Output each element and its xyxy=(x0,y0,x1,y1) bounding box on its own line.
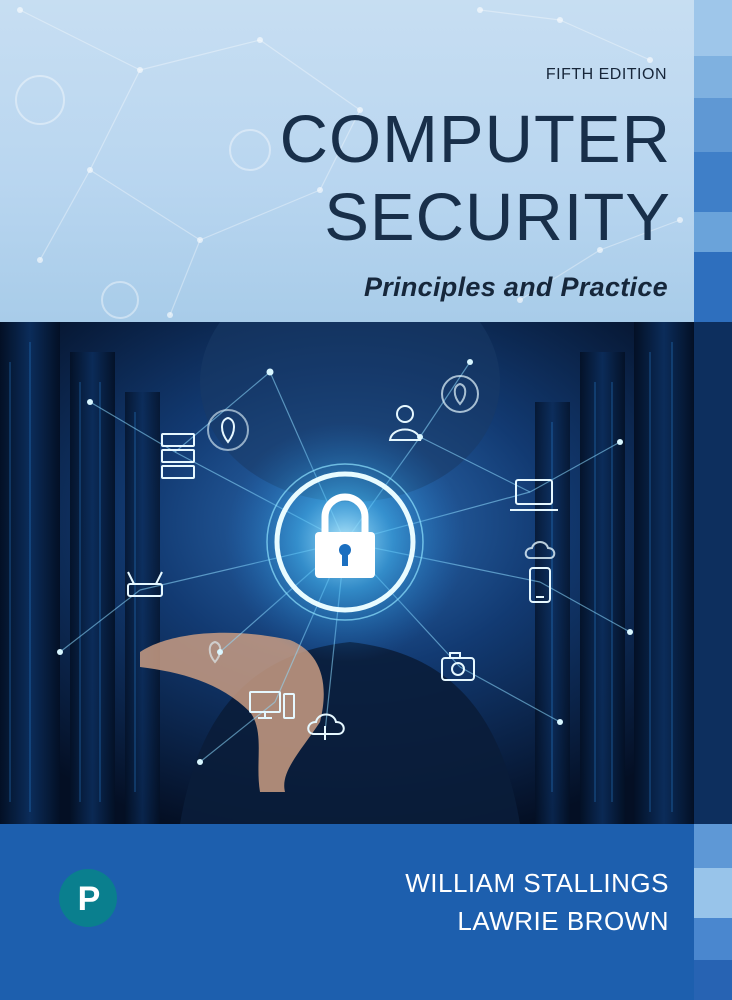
edge-strip xyxy=(694,918,732,960)
title-band: FIFTH EDITION COMPUTER SECURITY Principl… xyxy=(0,0,694,322)
edition-label: FIFTH EDITION xyxy=(545,66,667,83)
cover-photo xyxy=(0,322,694,824)
pearson-logo-icon: P xyxy=(59,869,117,927)
edge-strip xyxy=(694,152,732,212)
logo-letter: P xyxy=(78,880,101,918)
edge-strip xyxy=(694,98,732,152)
title-line-1: COMPUTER xyxy=(279,102,671,177)
edge-strip xyxy=(694,0,732,56)
title-line-2: SECURITY xyxy=(324,180,671,255)
edge-strip xyxy=(694,322,732,824)
security-network-illustration xyxy=(0,322,694,824)
subtitle: Principles and Practice xyxy=(363,272,668,302)
book-cover: FIFTH EDITION COMPUTER SECURITY Principl… xyxy=(0,0,732,1000)
padlock-icon xyxy=(225,422,465,662)
edge-strip xyxy=(694,960,732,1000)
edge-strip xyxy=(694,252,732,322)
edge-strip xyxy=(694,56,732,98)
edge-strip xyxy=(694,868,732,918)
author-name: LAWRIE BROWN xyxy=(457,906,669,936)
edge-strip xyxy=(694,212,732,252)
author-band: P WILLIAM STALLINGS LAWRIE BROWN xyxy=(0,824,694,1000)
edge-strip xyxy=(694,824,732,868)
server-racks-left xyxy=(0,322,160,824)
author-name: WILLIAM STALLINGS xyxy=(405,868,669,898)
